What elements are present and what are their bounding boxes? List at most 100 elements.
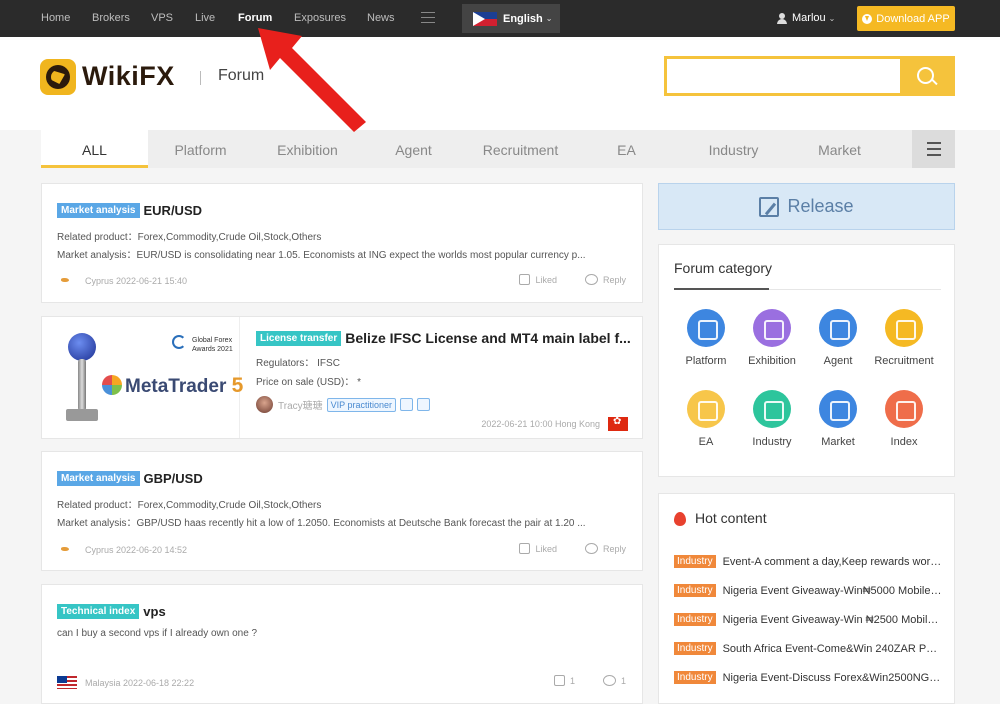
hot-item[interactable]: Industry Nigeria Event Giveaway-Win₦5000…: [674, 584, 942, 597]
category-platform[interactable]: Platform: [673, 309, 739, 367]
industry-tag: Industry: [674, 671, 716, 684]
reply-label: Reply: [602, 543, 626, 554]
chat-bubble-icon: [753, 309, 791, 347]
hot-item-title[interactable]: South Africa Event-Come&Win 240ZAR Phone…: [723, 643, 942, 655]
user-menu[interactable]: Marlou ⌄: [777, 0, 835, 37]
tab-platform[interactable]: Platform: [147, 130, 254, 168]
post-title[interactable]: License transfer Belize IFSC License and …: [256, 329, 631, 346]
tab-ea[interactable]: EA: [573, 130, 680, 168]
post-title-text: vps: [143, 604, 166, 620]
industry-tag: Industry: [674, 555, 716, 568]
category-industry[interactable]: Industry: [739, 390, 805, 448]
post-date-location: 2022-06-21 10:00 Hong Kong: [481, 419, 600, 429]
category-tabs: ALL Platform Exhibition Agent Recruitmen…: [41, 130, 955, 168]
hot-item-title[interactable]: Nigeria Event Giveaway-Win ₦2500 Mobile …: [723, 614, 942, 626]
post-card[interactable]: Global Forex Awards 2021 MetaTrader 5 Li…: [41, 316, 643, 439]
post-tag: Market analysis: [57, 471, 140, 487]
nav-home[interactable]: Home: [41, 0, 70, 37]
category-ea[interactable]: EA: [673, 390, 739, 448]
thumbs-up-icon: [519, 543, 531, 554]
reply-button[interactable]: 1: [602, 675, 626, 686]
category-market[interactable]: Market: [805, 390, 871, 448]
tab-industry[interactable]: Industry: [680, 130, 787, 168]
like-label: Liked: [535, 543, 557, 554]
download-icon: [862, 13, 873, 24]
philippines-flag-icon: [473, 11, 497, 26]
release-label: Release: [787, 196, 854, 216]
category-agent[interactable]: Agent: [805, 309, 871, 367]
hot-item-title[interactable]: Nigeria Event-Discuss Forex&Win2500NGN C…: [723, 672, 942, 684]
search-icon[interactable]: [900, 59, 952, 93]
search-input[interactable]: [667, 59, 903, 93]
download-label: Download APP: [876, 12, 950, 25]
post-body: can I buy a second vps if I already own …: [57, 628, 258, 639]
logo-text[interactable]: WikiFX: [82, 61, 175, 92]
post-title[interactable]: Market analysis EUR/USD: [57, 202, 203, 219]
nav-exposures[interactable]: Exposures: [294, 0, 346, 37]
industry-tag: Industry: [674, 584, 716, 597]
download-app-button[interactable]: Download APP: [857, 6, 955, 31]
vip-badge: VIP practitioner: [326, 397, 397, 412]
post-location-date: Cyprus 2022-06-21 15:40: [85, 275, 188, 286]
post-title[interactable]: Technical index vps: [57, 603, 166, 620]
like-count: 1: [569, 675, 575, 686]
tabs-menu-icon[interactable]: [912, 130, 955, 168]
nav-live[interactable]: Live: [195, 0, 215, 37]
category-recruitment[interactable]: Recruitment: [871, 309, 937, 367]
hot-item[interactable]: Industry Event-A comment a day,Keep rewa…: [674, 555, 942, 568]
post-card[interactable]: Market analysis GBP/USD Related product：F…: [41, 451, 643, 571]
chat-icon: [417, 398, 431, 411]
tab-market[interactable]: Market: [786, 130, 893, 168]
post-author[interactable]: Tracy瑭瑭 VIP practitioner: [256, 396, 431, 413]
reply-button[interactable]: Reply: [584, 543, 626, 554]
wikifx-logo-icon[interactable]: [40, 59, 76, 95]
people-icon: [885, 309, 923, 347]
post-related: Related product：Forex,Commodity,Crude Oi…: [57, 232, 322, 243]
like-button[interactable]: 1: [553, 675, 575, 686]
thumbs-up-icon: [519, 274, 531, 285]
post-title-text: EUR/USD: [143, 203, 203, 219]
nav-forum[interactable]: Forum: [238, 0, 272, 37]
tab-all[interactable]: ALL: [41, 130, 148, 168]
author-name[interactable]: Tracy瑭瑭: [278, 397, 323, 412]
post-related: Related product：Forex,Commodity,Crude Oi…: [57, 500, 322, 511]
tab-recruitment[interactable]: Recruitment: [467, 130, 574, 168]
hot-item[interactable]: Industry Nigeria Event-Discuss Forex&Win…: [674, 671, 942, 684]
tab-exhibition[interactable]: Exhibition: [254, 130, 361, 168]
post-location-date: Cyprus 2022-06-20 14:52: [85, 544, 188, 555]
hot-item-title[interactable]: Nigeria Event Giveaway-Win₦5000 Mobile C…: [723, 585, 942, 597]
nav-brokers[interactable]: Brokers: [92, 0, 130, 37]
avatar[interactable]: [256, 396, 273, 413]
post-title[interactable]: Market analysis GBP/USD: [57, 470, 203, 487]
hot-content-panel: Hot content Industry Event-A comment a d…: [658, 493, 955, 704]
language-selector[interactable]: English ⌄: [462, 4, 560, 33]
post-analysis: Market analysis：GBP/USD haas recently hi…: [57, 518, 586, 529]
post-thumbnail[interactable]: Global Forex Awards 2021 MetaTrader 5: [42, 317, 243, 438]
post-actions: Liked Reply: [491, 274, 626, 285]
industry-tag: Industry: [674, 613, 716, 626]
like-button[interactable]: Liked: [519, 274, 557, 285]
category-exhibition[interactable]: Exhibition: [739, 309, 805, 367]
post-card[interactable]: Technical index vps can I buy a second vp…: [41, 584, 643, 704]
post-actions: 1 1: [526, 675, 626, 686]
post-location-date: Malaysia 2022-06-18 22:22: [85, 677, 195, 688]
thumbs-up-icon: [553, 675, 565, 686]
hot-item[interactable]: Industry South Africa Event-Come&Win 240…: [674, 642, 942, 655]
release-button[interactable]: Release: [658, 183, 955, 230]
nav-news[interactable]: News: [367, 0, 395, 37]
hot-item[interactable]: Industry Nigeria Event Giveaway-Win ₦250…: [674, 613, 942, 626]
tab-agent[interactable]: Agent: [360, 130, 467, 168]
reply-button[interactable]: Reply: [584, 274, 626, 285]
code-icon: [687, 390, 725, 428]
more-menu-icon[interactable]: [421, 12, 435, 24]
edit-icon: [759, 196, 780, 217]
nav-vps[interactable]: VPS: [151, 0, 173, 37]
category-index[interactable]: Index: [871, 390, 937, 448]
like-button[interactable]: Liked: [519, 543, 557, 554]
post-card[interactable]: Market analysis EUR/USD Related product：F…: [41, 183, 643, 303]
panel-title: Forum category: [674, 260, 773, 276]
hot-item-title[interactable]: Event-A comment a day,Keep rewards worth…: [723, 556, 942, 568]
post-meta: 2022-06-21 10:00 Hong Kong: [481, 416, 628, 431]
comment-icon: [584, 543, 598, 554]
comment-icon: [602, 675, 616, 686]
